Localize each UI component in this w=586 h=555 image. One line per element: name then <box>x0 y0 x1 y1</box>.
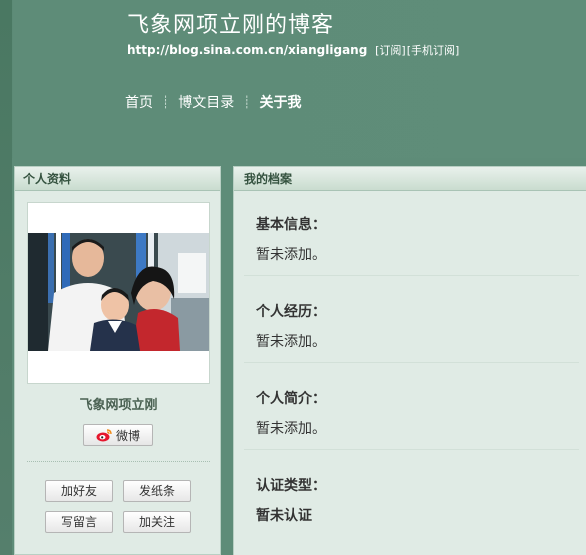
profile-panel: 个人资料 飞象网项立刚 微博 加好友 发纸条 写留言 加关注 <box>14 166 221 555</box>
experience-value: 暂未添加。 <box>256 334 326 350</box>
avatar-photo <box>28 233 209 351</box>
bio-value: 暂未添加。 <box>256 421 326 437</box>
follow-button[interactable]: 加关注 <box>123 511 191 533</box>
weibo-icon <box>96 429 112 442</box>
section-divider <box>244 362 579 363</box>
add-friend-button[interactable]: 加好友 <box>45 480 113 502</box>
verification-type-value: 暂未认证 <box>256 508 312 524</box>
leave-message-button[interactable]: 写留言 <box>45 511 113 533</box>
main-nav: 首页 ┊ 博文目录 ┊ 关于我 <box>125 92 301 112</box>
subscribe-link[interactable]: [订阅] <box>375 44 406 57</box>
page-edge-strip <box>0 0 12 555</box>
basic-info-label: 基本信息： <box>256 217 326 233</box>
avatar[interactable] <box>28 233 209 351</box>
blog-url-line: http://blog.sina.com.cn/xiangligang [订阅]… <box>127 42 459 58</box>
blog-url[interactable]: http://blog.sina.com.cn/xiangligang <box>127 43 367 57</box>
bio-label: 个人简介： <box>256 391 326 407</box>
avatar-frame <box>27 202 210 384</box>
profile-panel-title: 个人资料 <box>15 167 220 191</box>
weibo-button[interactable]: 微博 <box>83 424 153 446</box>
weibo-label: 微博 <box>115 428 140 443</box>
experience-label: 个人经历： <box>256 304 326 320</box>
nav-item-about-me[interactable]: 关于我 <box>259 92 301 112</box>
nav-separator: ┊ <box>162 95 170 109</box>
verification-type-label: 认证类型： <box>256 478 326 494</box>
divider <box>27 461 210 462</box>
nav-separator: ┊ <box>243 95 251 109</box>
blog-title[interactable]: 飞象网项立刚的博客 <box>127 7 334 39</box>
profile-archive-panel: 我的档案 基本信息： 暂未添加。 个人经历： 暂未添加。 个人简介： 暂未添加。… <box>233 166 586 555</box>
section-divider <box>244 275 579 276</box>
nav-item-article-list[interactable]: 博文目录 <box>178 92 234 112</box>
nav-item-home[interactable]: 首页 <box>125 92 153 112</box>
section-divider <box>244 449 579 450</box>
basic-info-value: 暂未添加。 <box>256 247 326 263</box>
mobile-subscribe-link[interactable]: [手机订阅] <box>407 44 460 57</box>
send-note-button[interactable]: 发纸条 <box>123 480 191 502</box>
archive-panel-title: 我的档案 <box>234 167 586 191</box>
profile-name[interactable]: 飞象网项立刚 <box>15 394 222 413</box>
